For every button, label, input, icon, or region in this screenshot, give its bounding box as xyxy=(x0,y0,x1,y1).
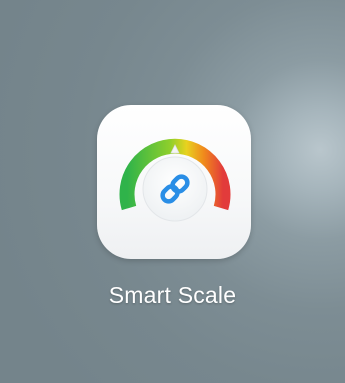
app-label[interactable]: Smart Scale xyxy=(0,282,345,309)
smart-scale-app-icon[interactable] xyxy=(97,105,251,259)
gauge-link-icon xyxy=(119,138,231,222)
